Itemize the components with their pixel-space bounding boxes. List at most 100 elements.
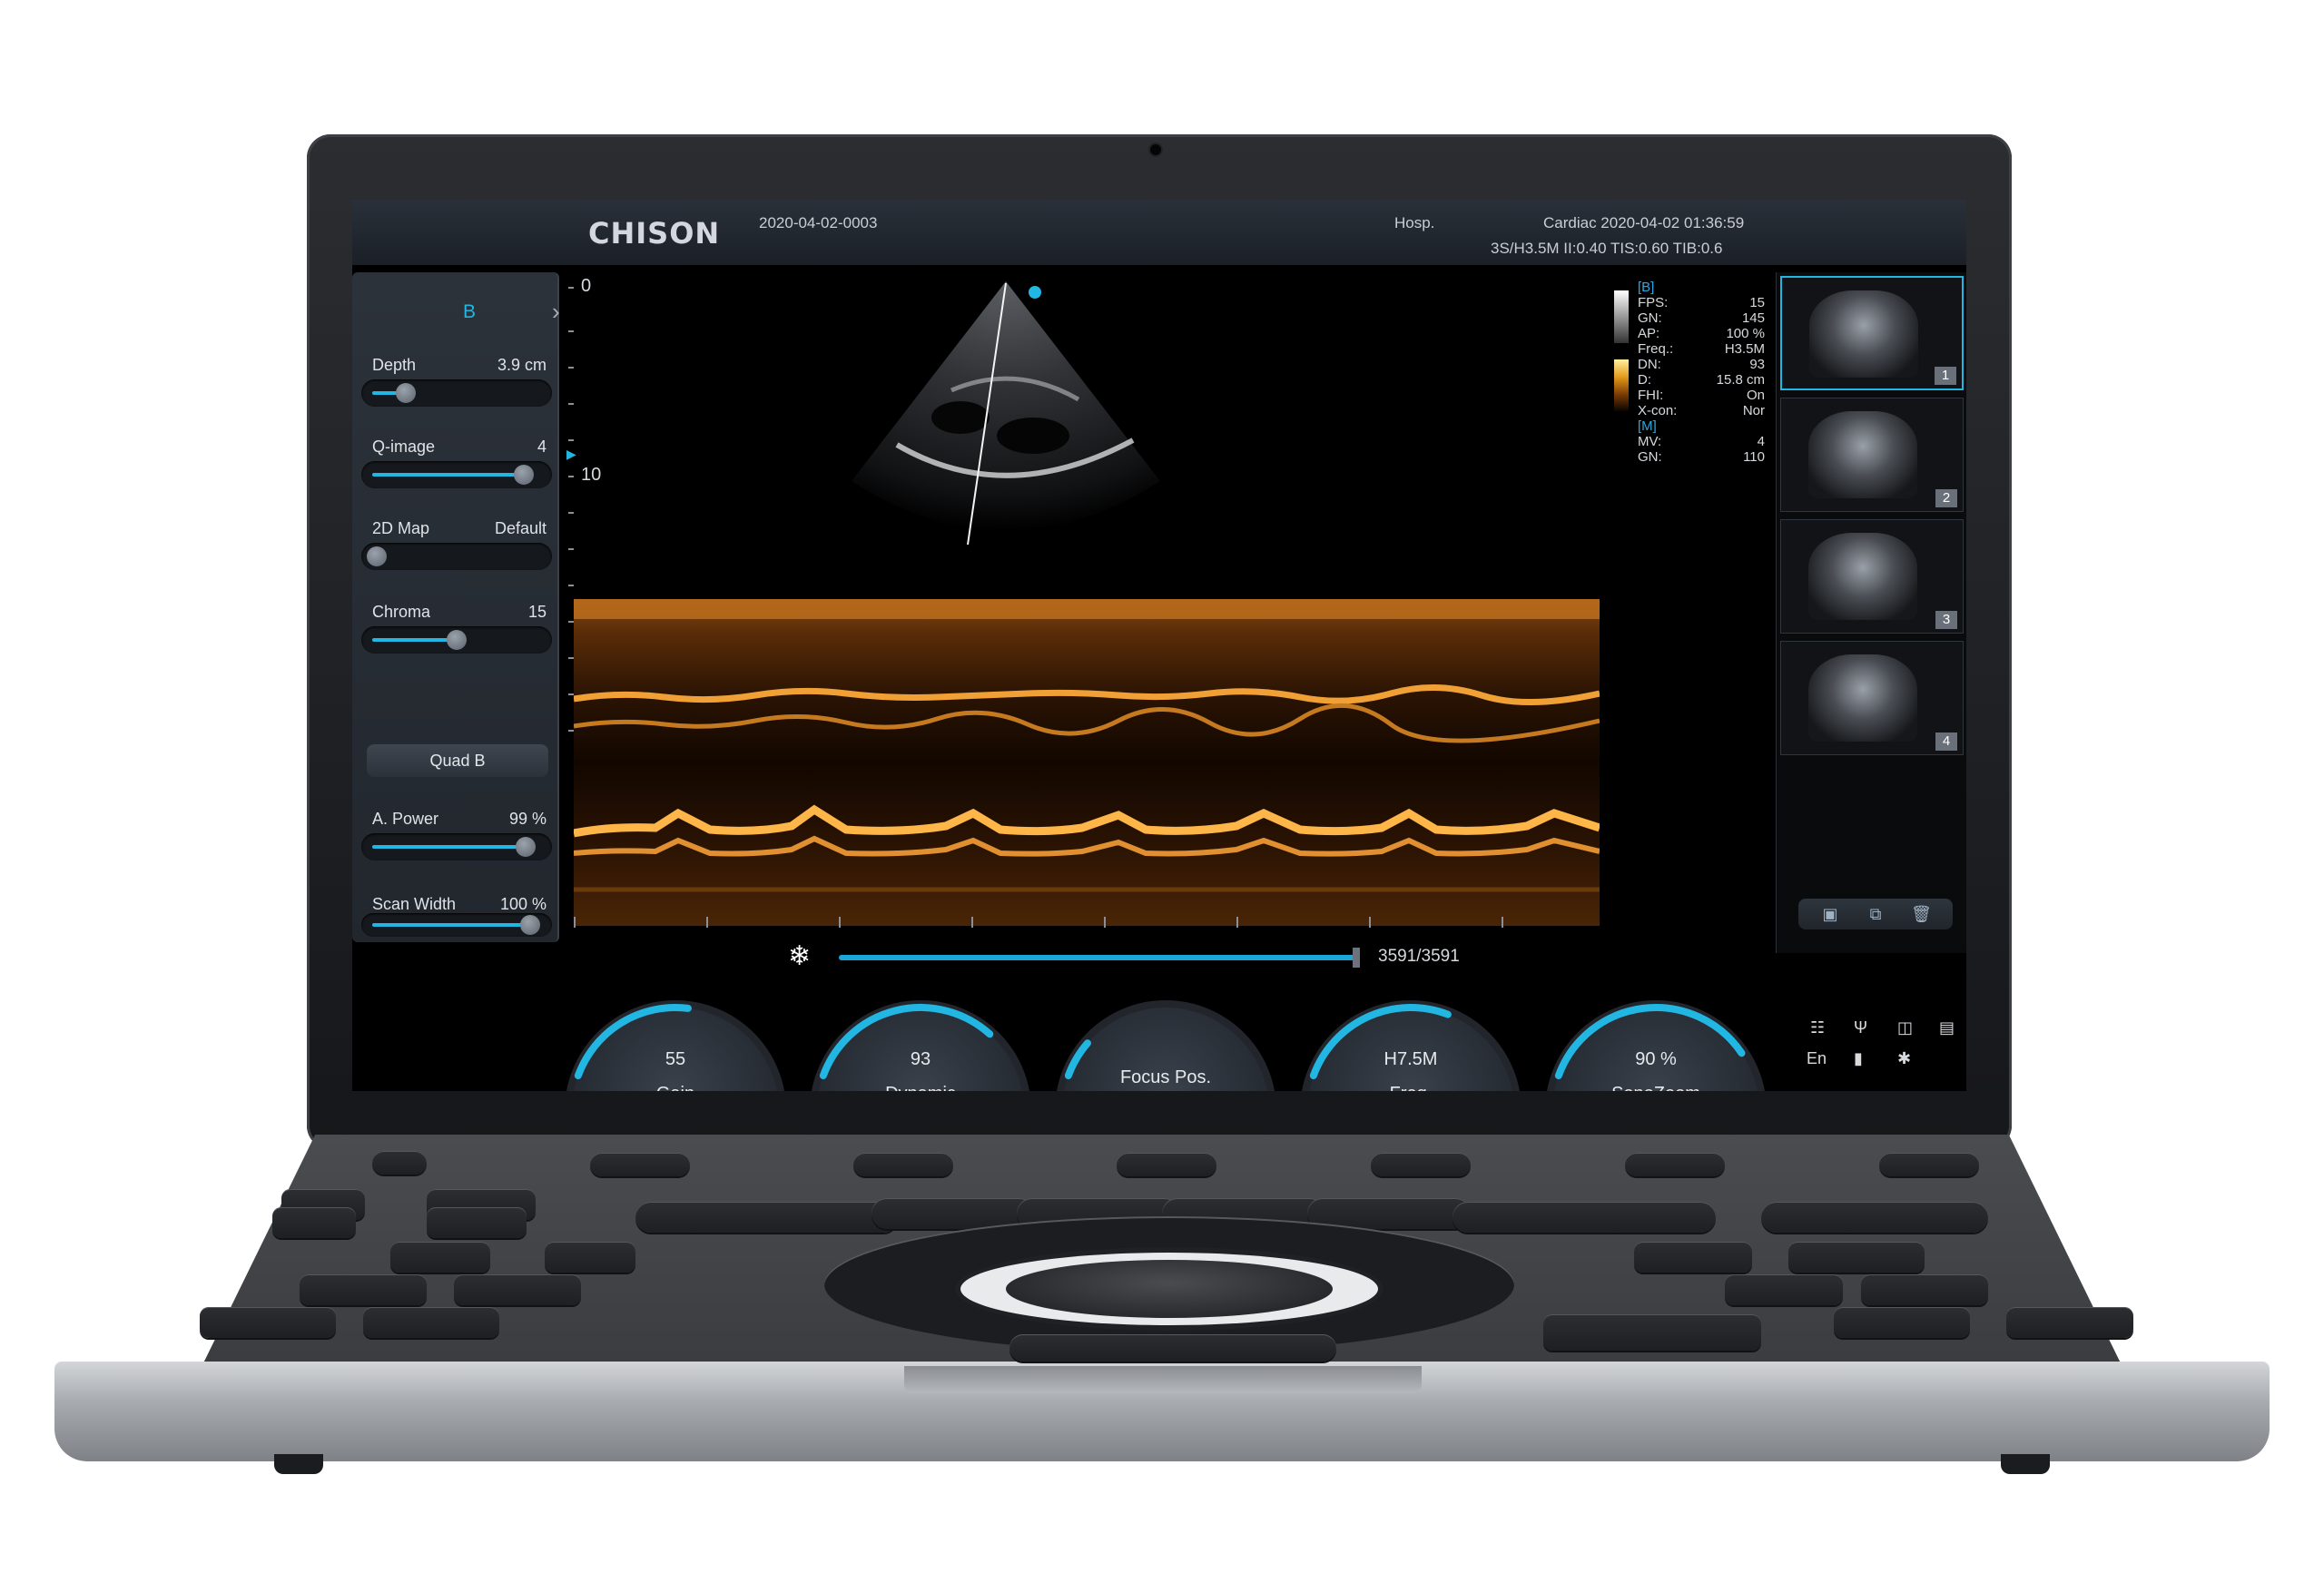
depth-label: Depth (372, 356, 417, 374)
thumbnail-item[interactable]: 3 (1780, 519, 1964, 634)
slider-thumb[interactable] (513, 465, 534, 485)
knob-arc (819, 1004, 994, 1080)
power-button[interactable] (372, 1151, 427, 1175)
thumbnail-item[interactable]: 4 (1780, 641, 1964, 755)
param-row: AP: 100 % (1638, 326, 1765, 341)
b-mode-key[interactable] (1452, 1202, 1716, 1233)
device-lid: CHISON 2020-04-02-0003 Hosp. Cardiac 202… (307, 134, 2012, 1149)
database-icon[interactable]: ◫ (1897, 1018, 1913, 1037)
qimage-slider[interactable] (361, 461, 552, 488)
p2-key[interactable] (1009, 1334, 1336, 1362)
thumbnail-item[interactable]: 2 (1780, 398, 1964, 512)
slider-thumb[interactable] (367, 546, 387, 566)
panel-key[interactable] (1371, 1153, 1471, 1176)
param-row: FHI: On (1638, 388, 1765, 403)
panel-key[interactable] (1788, 1242, 1925, 1273)
mode-label[interactable]: B (463, 301, 476, 323)
panel-key[interactable] (1117, 1153, 1216, 1176)
cine-thumb[interactable] (1353, 948, 1360, 968)
panel-key[interactable] (1725, 1274, 1843, 1305)
dynamic-value: 93 (910, 1049, 931, 1069)
panel-key[interactable] (545, 1242, 635, 1273)
param-value: 100 % (1726, 326, 1765, 341)
panel-key[interactable] (200, 1307, 336, 1338)
end-key[interactable] (272, 1207, 356, 1238)
map2d-slider[interactable] (361, 543, 552, 570)
panel-key[interactable] (454, 1274, 581, 1305)
panel-key[interactable] (300, 1274, 427, 1305)
param-value: 4 (1757, 434, 1765, 449)
battery-icon: ▮ (1854, 1049, 1863, 1067)
copy-icon[interactable]: ⧉ (1866, 904, 1886, 924)
param-row: DN: 93 (1638, 357, 1765, 372)
dynamic-knob[interactable]: 93 Dynamic (810, 1000, 1031, 1091)
panel-key[interactable] (390, 1242, 490, 1273)
apower-slider[interactable] (361, 833, 552, 860)
slider-thumb[interactable] (395, 383, 416, 403)
chevron-right-icon[interactable]: › (552, 298, 560, 326)
sonozoom-knob[interactable]: 90 % SonoZoom (1545, 1000, 1767, 1091)
cine-loop-bar[interactable]: ❄ 3591/3591 (788, 941, 1460, 971)
panel-key[interactable] (2006, 1307, 2133, 1338)
scan-width-slider[interactable] (361, 913, 552, 937)
m-mode-trace[interactable] (574, 599, 1600, 926)
time-axis (574, 917, 1600, 928)
depth-value: 3.9 cm (497, 356, 547, 374)
param-key: GN: (1638, 449, 1662, 465)
base-handle (904, 1366, 1422, 1393)
image-export-icon[interactable]: ▣ (1820, 904, 1840, 924)
param-row: X-con: Nor (1638, 403, 1765, 418)
param-value: 145 (1741, 310, 1765, 326)
qimage-label: Q-image (372, 438, 436, 456)
chroma-slider[interactable] (361, 626, 552, 654)
device-foot (274, 1454, 323, 1474)
chroma-label: Chroma (372, 603, 431, 621)
device-foot (2001, 1454, 2050, 1474)
focus-pos-knob[interactable]: Focus Pos. (1055, 1000, 1276, 1091)
panel-key[interactable] (1634, 1242, 1752, 1273)
panel-key[interactable] (1543, 1314, 1761, 1351)
panel-key[interactable] (590, 1153, 690, 1176)
param-row: D: 15.8 cm (1638, 372, 1765, 388)
param-row: GN: 145 (1638, 310, 1765, 326)
panel-key[interactable] (1861, 1274, 1988, 1305)
quad-b-button[interactable]: Quad B (367, 744, 548, 777)
m-mode-key[interactable] (635, 1202, 899, 1233)
gain-knob[interactable]: 55 Gain (565, 1000, 786, 1091)
display-icon[interactable]: ▤ (1939, 1018, 1955, 1037)
usb-icon[interactable]: Ψ (1854, 1018, 1867, 1037)
slider-thumb[interactable] (515, 837, 536, 857)
trackball[interactable] (1006, 1260, 1333, 1318)
slider-thumb[interactable] (447, 630, 467, 650)
freq-knob[interactable]: H7.5M Freq. (1300, 1000, 1521, 1091)
parameter-panel: B › Depth 3.9 cm Q-image 4 2D Map Defaul… (352, 272, 560, 942)
depth-slider[interactable] (361, 379, 552, 407)
gain-label: Gain (572, 1084, 779, 1091)
panel-key[interactable] (853, 1153, 953, 1176)
delete-icon[interactable]: 🗑 (1911, 904, 1932, 924)
thumbnail-number: 4 (1935, 733, 1957, 751)
param-value: Nor (1742, 403, 1765, 418)
m-mode-header: [M] (1638, 418, 1657, 434)
param-key: AP: (1638, 326, 1660, 341)
cine-progress[interactable] (839, 955, 1356, 960)
language-indicator[interactable]: En (1807, 1049, 1827, 1068)
b-mode-image[interactable] (842, 281, 1169, 554)
setup-key[interactable] (427, 1207, 527, 1238)
panel-key[interactable] (1625, 1153, 1725, 1176)
panel-key[interactable] (1879, 1153, 1979, 1176)
network-icon[interactable]: ☷ (1810, 1018, 1825, 1037)
grey-scale-bar (1614, 290, 1629, 343)
freeze-icon[interactable]: ❄ (788, 940, 811, 972)
panel-key[interactable] (363, 1307, 499, 1338)
param-key: Freq.: (1638, 341, 1674, 357)
thumbnail-item[interactable]: 1 (1780, 276, 1964, 390)
panel-key[interactable] (1834, 1307, 1970, 1338)
bluetooth-icon[interactable]: ✱ (1897, 1049, 1911, 1068)
param-value: H3.5M (1724, 341, 1765, 357)
slider-thumb[interactable] (519, 915, 540, 935)
depth-scale-top: 0 (581, 276, 592, 296)
brand-logo: CHISON (588, 216, 721, 251)
patient-id[interactable]: 2020-04-02-0003 (759, 214, 877, 232)
arrow-keys[interactable] (1761, 1202, 1988, 1233)
